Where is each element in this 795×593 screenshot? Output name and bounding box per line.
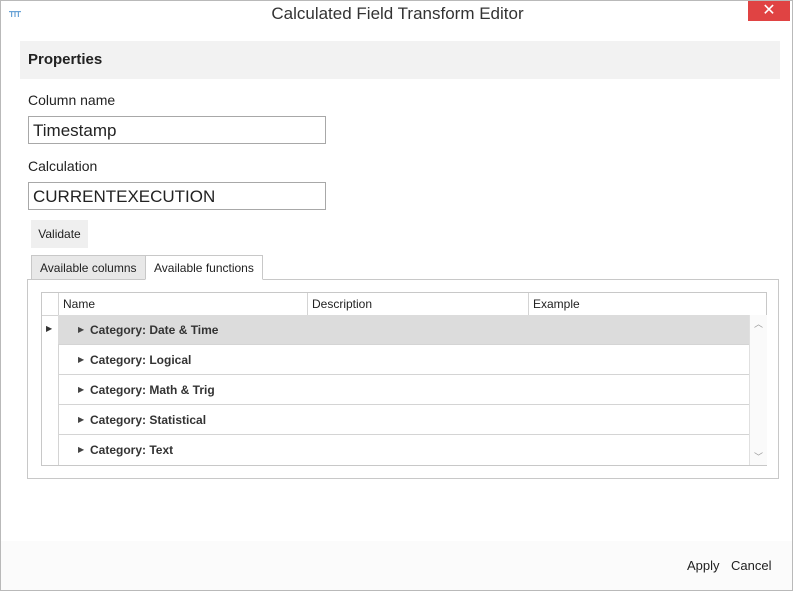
expand-triangle-icon[interactable]: ▶ (78, 345, 84, 375)
expand-triangle-icon[interactable]: ▶ (78, 315, 84, 345)
row-selector-column: ▶ (42, 315, 59, 465)
validate-button[interactable]: Validate (31, 220, 88, 248)
category-label: Category: Logical (90, 353, 192, 367)
title-bar: Calculated Field Transform Editor ✕ (1, 1, 794, 31)
grid-header: Name Description Example (42, 293, 766, 316)
properties-title: Properties (28, 51, 103, 68)
window-title: Calculated Field Transform Editor (271, 4, 524, 23)
column-header-description[interactable]: Description (307, 293, 528, 315)
cancel-button[interactable]: Cancel (731, 558, 771, 573)
functions-grid: Name Description Example ▶ ▶ Category: D… (41, 292, 767, 466)
scroll-up-icon[interactable]: ︿ (750, 317, 767, 330)
close-button[interactable]: ✕ (748, 1, 790, 21)
column-name-label: Column name (28, 92, 116, 108)
expand-triangle-icon[interactable]: ▶ (78, 435, 84, 465)
dialog-content: Properties Column name Timestamp Calcula… (6, 31, 787, 541)
category-row-math-trig[interactable]: ▶ Category: Math & Trig (58, 375, 749, 405)
tab-available-functions[interactable]: Available functions (145, 255, 263, 280)
category-row-statistical[interactable]: ▶ Category: Statistical (58, 405, 749, 435)
functions-panel: Name Description Example ▶ ▶ Category: D… (27, 279, 779, 479)
calculation-label: Calculation (28, 158, 98, 174)
calculation-input[interactable]: CURRENTEXECUTION (28, 182, 326, 210)
editor-window: Calculated Field Transform Editor ✕ Prop… (0, 0, 793, 591)
scroll-down-icon[interactable]: ﹀ (750, 450, 767, 463)
current-row-indicator-icon: ▶ (46, 324, 53, 333)
close-icon: ✕ (762, 2, 776, 19)
properties-header: Properties (20, 41, 780, 79)
dialog-footer: Apply Cancel (1, 541, 792, 590)
column-header-name[interactable]: Name (58, 293, 307, 315)
column-name-input[interactable]: Timestamp (28, 116, 326, 144)
category-row-text[interactable]: ▶ Category: Text (58, 435, 749, 465)
expand-triangle-icon[interactable]: ▶ (78, 375, 84, 405)
apply-button[interactable]: Apply (687, 558, 720, 573)
column-header-example[interactable]: Example (528, 293, 749, 315)
category-label: Category: Math & Trig (90, 383, 215, 397)
category-row-date-time[interactable]: ▶ Category: Date & Time (58, 315, 749, 345)
category-label: Category: Statistical (90, 413, 207, 427)
category-label: Category: Text (90, 443, 174, 457)
tab-available-columns[interactable]: Available columns (31, 255, 146, 280)
category-row-logical[interactable]: ▶ Category: Logical (58, 345, 749, 375)
vertical-scrollbar[interactable]: ︿ ﹀ (749, 315, 767, 465)
expand-triangle-icon[interactable]: ▶ (78, 405, 84, 435)
category-label: Category: Date & Time (90, 323, 219, 337)
